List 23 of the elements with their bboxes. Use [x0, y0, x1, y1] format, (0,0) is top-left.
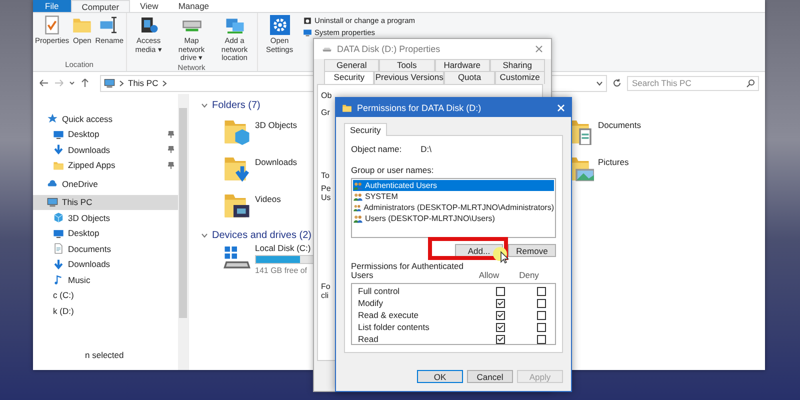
field-label: Group or user names:	[351, 165, 435, 175]
permissions-label: Permissions for Authenticated Users	[351, 262, 464, 280]
address-location: This PC	[128, 78, 158, 88]
permission-name: List folder contents	[358, 322, 430, 332]
permission-name: Modify	[358, 298, 384, 308]
permission-name: Full control	[358, 286, 401, 296]
label-fragment: cli	[321, 291, 329, 300]
object-name-value: D:\	[420, 144, 432, 154]
column-header: Allow	[478, 270, 500, 280]
label-fragment: Fo	[321, 282, 330, 291]
label-fragment: To	[321, 171, 330, 180]
label-fragment: Ob	[321, 91, 332, 100]
column-header: Deny	[518, 270, 540, 280]
permission-name: Read & execute	[358, 310, 420, 320]
label-fragment: Gr	[321, 108, 330, 117]
label-fragment: Pe	[321, 184, 331, 193]
field-label: Object name:	[351, 144, 402, 154]
drive-name: Local Disk (C:)	[255, 243, 312, 253]
dialog-title: DATA Disk (D:) Properties	[337, 44, 440, 54]
dialog-title: Permissions for DATA Disk (D:)	[357, 102, 482, 112]
label-fragment: Us	[321, 193, 331, 202]
permission-name: Read	[358, 334, 380, 344]
status-text: n selected	[84, 350, 125, 360]
